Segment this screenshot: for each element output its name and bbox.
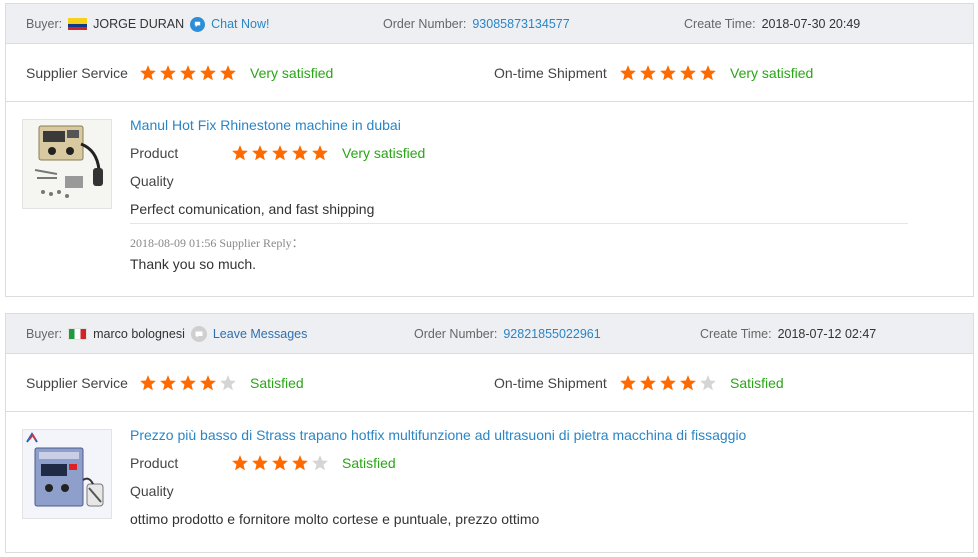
- product-label: Product: [130, 455, 179, 471]
- order-number-label: Order Number:: [383, 17, 467, 31]
- seller-ratings: Supplier Service Satisfied On-time Shipm…: [6, 354, 973, 412]
- order-number-label: Order Number:: [414, 327, 498, 341]
- buyer-name: JORGE DURAN: [93, 17, 185, 31]
- quality-label: Quality: [130, 483, 174, 499]
- buyer-info: Buyer: marco bolognesi Leave Messages: [26, 314, 307, 354]
- star-filled-icon: [700, 65, 716, 81]
- product-title-link[interactable]: Prezzo più basso di Strass trapano hotfi…: [130, 427, 746, 443]
- star-filled-icon: [620, 375, 636, 391]
- star-filled-icon: [292, 455, 308, 471]
- buyer-label: Buyer:: [26, 327, 63, 341]
- star-empty-icon: [220, 375, 236, 391]
- create-time: Create Time: 2018-07-30 20:49: [684, 4, 860, 44]
- star-empty-icon: [312, 455, 328, 471]
- order-header: Buyer: marco bolognesi Leave Messages Or…: [6, 314, 973, 354]
- order-number: Order Number: 92821855022961: [414, 314, 601, 354]
- star-filled-icon: [252, 455, 268, 471]
- italy-flag-icon: [68, 328, 88, 340]
- supplier-service-label: Supplier Service: [26, 375, 128, 391]
- product-thumbnail[interactable]: [22, 119, 112, 209]
- shipment-stars: [619, 354, 717, 412]
- product-stars: [231, 454, 329, 472]
- quality-row: Quality: [130, 173, 174, 189]
- product-rating-text: Very satisfied: [342, 145, 426, 161]
- buyer-name: marco bolognesi: [93, 327, 185, 341]
- supplier-service-label: Supplier Service: [26, 65, 128, 81]
- star-filled-icon: [160, 65, 176, 81]
- shipment-label: On-time Shipment: [494, 65, 607, 81]
- star-filled-icon: [232, 455, 248, 471]
- supplier-reply-meta: 2018-08-09 01:56 Supplier Reply：: [130, 236, 304, 250]
- star-filled-icon: [680, 65, 696, 81]
- order-number-link[interactable]: 92821855022961: [503, 327, 600, 341]
- supplier-reply-text: Thank you so much.: [130, 256, 257, 272]
- leave-messages-link[interactable]: Leave Messages: [213, 327, 308, 341]
- quality-row: Quality: [130, 483, 174, 499]
- shipment-text: Very satisfied: [730, 65, 814, 81]
- product-label: Product: [130, 145, 179, 161]
- shipment-text: Satisfied: [730, 375, 784, 391]
- star-filled-icon: [272, 455, 288, 471]
- buyer-info: Buyer: JORGE DURAN Chat Now!: [26, 4, 269, 44]
- star-filled-icon: [160, 375, 176, 391]
- buyer-label: Buyer:: [26, 17, 63, 31]
- product-thumbnail[interactable]: [22, 429, 112, 519]
- star-filled-icon: [252, 145, 268, 161]
- star-filled-icon: [312, 145, 328, 161]
- divider: [130, 223, 908, 224]
- star-empty-icon: [700, 375, 716, 391]
- message-icon[interactable]: [190, 326, 207, 342]
- star-filled-icon: [272, 145, 288, 161]
- shipment-label: On-time Shipment: [494, 375, 607, 391]
- star-filled-icon: [640, 375, 656, 391]
- star-filled-icon: [200, 375, 216, 391]
- star-filled-icon: [140, 65, 156, 81]
- star-filled-icon: [680, 375, 696, 391]
- star-filled-icon: [180, 375, 196, 391]
- product-rating: Product Satisfied: [130, 454, 396, 472]
- order-number-link[interactable]: 93085873134577: [472, 17, 569, 31]
- order-header: Buyer: JORGE DURAN Chat Now! Order Numbe…: [6, 4, 973, 44]
- create-time: Create Time: 2018-07-12 02:47: [700, 314, 876, 354]
- feedback-card: Buyer: JORGE DURAN Chat Now! Order Numbe…: [5, 3, 974, 297]
- star-filled-icon: [200, 65, 216, 81]
- star-filled-icon: [220, 65, 236, 81]
- colombia-flag-icon: [68, 18, 88, 30]
- supplier-service-stars: [139, 354, 237, 412]
- star-filled-icon: [140, 375, 156, 391]
- chat-icon[interactable]: [190, 16, 206, 32]
- buyer-comment: Perfect comunication, and fast shipping: [130, 201, 375, 217]
- product-title-link[interactable]: Manul Hot Fix Rhinestone machine in duba…: [130, 117, 401, 133]
- order-number: Order Number: 93085873134577: [383, 4, 570, 44]
- star-filled-icon: [640, 65, 656, 81]
- buyer-comment: ottimo prodotto e fornitore molto cortes…: [130, 511, 540, 527]
- create-time-label: Create Time:: [684, 17, 756, 31]
- star-filled-icon: [660, 375, 676, 391]
- quality-label: Quality: [130, 173, 174, 189]
- star-filled-icon: [232, 145, 248, 161]
- star-filled-icon: [660, 65, 676, 81]
- supplier-service-stars: [139, 44, 237, 102]
- star-filled-icon: [620, 65, 636, 81]
- star-filled-icon: [292, 145, 308, 161]
- create-time-value: 2018-07-12 02:47: [777, 327, 877, 341]
- star-filled-icon: [180, 65, 196, 81]
- shipment-stars: [619, 44, 717, 102]
- supplier-service-text: Satisfied: [250, 375, 304, 391]
- create-time-value: 2018-07-30 20:49: [761, 17, 861, 31]
- supplier-service-text: Very satisfied: [250, 65, 334, 81]
- create-time-label: Create Time:: [700, 327, 772, 341]
- feedback-card: Buyer: marco bolognesi Leave Messages Or…: [5, 313, 974, 553]
- product-rating: Product Very satisfied: [130, 144, 425, 162]
- product-stars: [231, 144, 329, 162]
- chat-now-link[interactable]: Chat Now!: [211, 17, 269, 31]
- product-rating-text: Satisfied: [342, 455, 396, 471]
- seller-ratings: Supplier Service Very satisfied On-time …: [6, 44, 973, 102]
